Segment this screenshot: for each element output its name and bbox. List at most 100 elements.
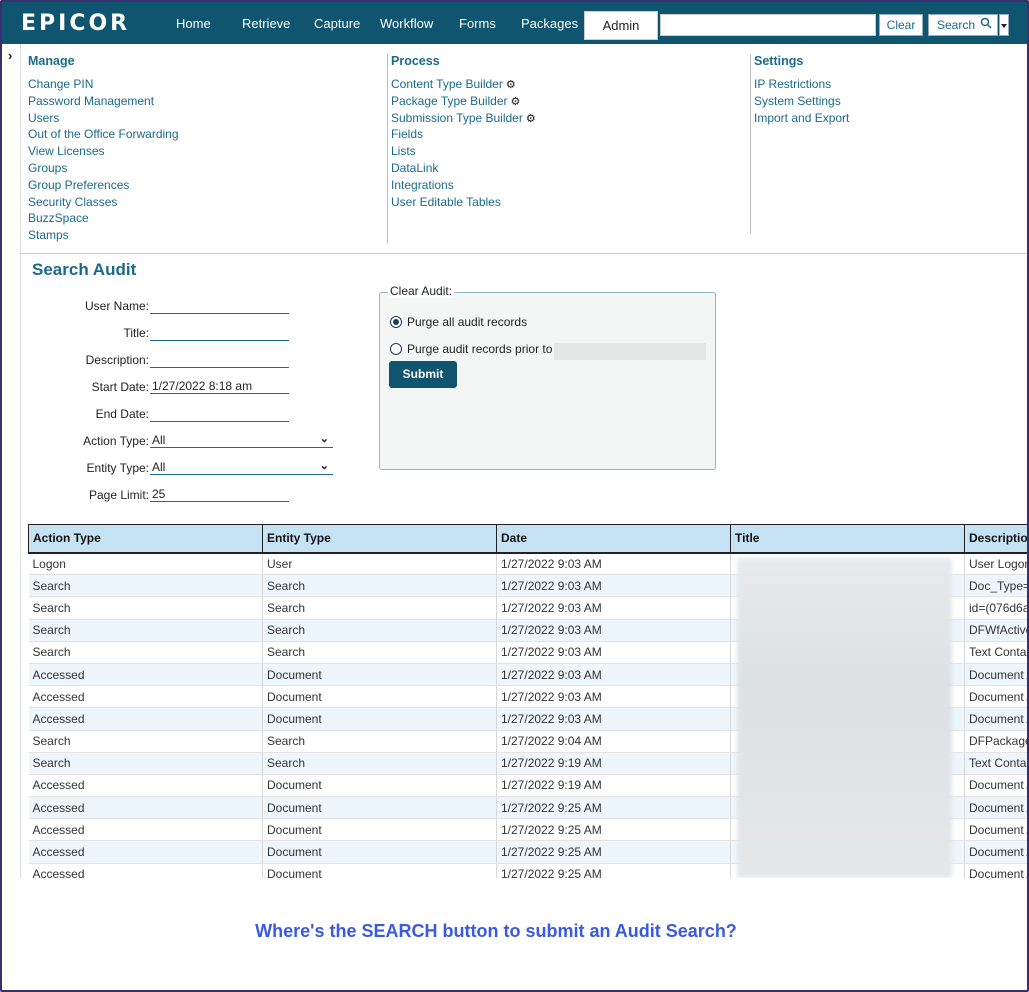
menu-settings: Settings IP Restrictions System Settings… bbox=[754, 54, 849, 126]
link-view-licenses[interactable]: View Licenses bbox=[28, 143, 179, 160]
clear-button[interactable]: Clear bbox=[879, 14, 923, 36]
table-cell: Document bbox=[262, 818, 497, 842]
title-label: Title: bbox=[123, 326, 149, 340]
table-cell: Accessed bbox=[28, 685, 263, 709]
nav-admin-tab[interactable]: Admin bbox=[584, 11, 658, 40]
end-date-input[interactable] bbox=[150, 407, 289, 422]
table-cell: Document bbox=[262, 707, 497, 731]
link-label: Submission Type Builder bbox=[391, 110, 523, 125]
link-content-type-builder[interactable]: Content Type Builder ⚙ bbox=[391, 76, 536, 93]
table-cell: 1/27/2022 9:25 AM bbox=[496, 796, 731, 820]
table-cell: Text Contai bbox=[964, 752, 1027, 775]
table-cell: Accessed bbox=[28, 774, 263, 798]
table-cell: User Logon bbox=[964, 552, 1027, 576]
link-stamps[interactable]: Stamps bbox=[28, 227, 179, 244]
table-cell: Search bbox=[28, 730, 263, 753]
table-cell: Logon bbox=[28, 552, 263, 576]
user-name-label: User Name: bbox=[84, 299, 149, 313]
submit-button[interactable]: Submit bbox=[389, 361, 457, 388]
link-system-settings[interactable]: System Settings bbox=[754, 93, 849, 110]
description-input[interactable] bbox=[150, 353, 289, 368]
table-cell: Document bbox=[262, 663, 497, 687]
nav-home[interactable]: Home bbox=[176, 16, 211, 31]
nav-retrieve[interactable]: Retrieve bbox=[242, 16, 290, 31]
link-package-type-builder[interactable]: Package Type Builder ⚙ bbox=[391, 93, 536, 110]
nav-forms[interactable]: Forms bbox=[459, 16, 496, 31]
table-cell: Search bbox=[262, 596, 497, 620]
link-change-pin[interactable]: Change PIN bbox=[28, 76, 179, 93]
column-header-date[interactable]: Date bbox=[496, 524, 731, 554]
table-cell: Search bbox=[28, 641, 263, 664]
link-ip-restrictions[interactable]: IP Restrictions bbox=[754, 76, 849, 93]
table-cell: Doc_Type=( bbox=[964, 574, 1027, 598]
table-cell: 1/27/2022 9:19 AM bbox=[496, 752, 731, 775]
table-cell: 1/27/2022 9:03 AM bbox=[496, 707, 731, 731]
table-cell: Document bbox=[262, 796, 497, 820]
table-cell: 1/27/2022 9:25 AM bbox=[496, 818, 731, 842]
global-search-button[interactable]: Search bbox=[928, 14, 998, 36]
table-cell: Search bbox=[262, 619, 497, 642]
link-fields[interactable]: Fields bbox=[391, 126, 536, 143]
user-name-input[interactable] bbox=[150, 299, 289, 314]
gear-icon: ⚙ bbox=[505, 79, 516, 91]
expand-chevron-icon[interactable]: › bbox=[8, 48, 12, 63]
title-input[interactable] bbox=[150, 326, 289, 341]
end-date-label: End Date: bbox=[95, 407, 149, 421]
global-search-input[interactable] bbox=[660, 14, 876, 36]
column-header-entity-type[interactable]: Entity Type bbox=[262, 524, 497, 554]
table-cell: 1/27/2022 9:19 AM bbox=[496, 774, 731, 798]
purge-all-radio[interactable] bbox=[390, 316, 402, 328]
nav-capture[interactable]: Capture bbox=[314, 16, 360, 31]
purge-prior-date-input[interactable] bbox=[554, 343, 706, 360]
menu-heading-process: Process bbox=[391, 54, 440, 68]
table-cell: Search bbox=[262, 574, 497, 598]
column-header-action-type[interactable]: Action Type bbox=[28, 524, 263, 554]
link-groups[interactable]: Groups bbox=[28, 160, 179, 177]
link-users[interactable]: Users bbox=[28, 110, 179, 127]
table-cell: Document bbox=[262, 774, 497, 798]
nav-packages[interactable]: Packages bbox=[521, 16, 578, 31]
purge-prior-radio[interactable] bbox=[390, 343, 402, 355]
entity-type-select[interactable]: All ⌄ bbox=[150, 460, 333, 475]
entity-type-value: All bbox=[152, 460, 166, 474]
table-cell: 1/27/2022 9:03 AM bbox=[496, 552, 731, 576]
table-cell: 1/27/2022 9:25 AM bbox=[496, 840, 731, 864]
action-type-select[interactable]: All ⌄ bbox=[150, 433, 333, 448]
table-cell: Document A bbox=[964, 685, 1027, 709]
search-icon bbox=[980, 15, 992, 35]
link-submission-type-builder[interactable]: Submission Type Builder ⚙ bbox=[391, 110, 536, 127]
chevron-down-icon: ⌄ bbox=[319, 433, 329, 445]
link-import-export[interactable]: Import and Export bbox=[754, 110, 849, 127]
column-header-title[interactable]: Title bbox=[730, 524, 965, 554]
table-cell: Document A bbox=[964, 796, 1027, 820]
search-options-dropdown[interactable] bbox=[999, 14, 1009, 36]
table-cell: 1/27/2022 9:03 AM bbox=[496, 663, 731, 687]
table-cell: id=(076d6a bbox=[964, 596, 1027, 620]
link-label: Package Type Builder bbox=[391, 93, 508, 108]
column-header-description[interactable]: Description bbox=[964, 524, 1027, 554]
purge-prior-label: Purge audit records prior to bbox=[407, 342, 553, 356]
link-buzzspace[interactable]: BuzzSpace bbox=[28, 210, 179, 227]
table-cell: Document bbox=[262, 685, 497, 709]
page-limit-input[interactable]: 25 bbox=[150, 487, 289, 502]
table-cell: Search bbox=[262, 641, 497, 664]
table-cell: Accessed bbox=[28, 796, 263, 820]
table-cell: Search bbox=[28, 752, 263, 775]
clear-audit-legend: Clear Audit: bbox=[388, 284, 455, 298]
link-lists[interactable]: Lists bbox=[391, 143, 536, 160]
table-header-row: Action Type Entity Type Date Title Descr… bbox=[28, 524, 1027, 554]
table-cell: DFWfActive bbox=[964, 619, 1027, 642]
table-cell: Document A bbox=[964, 840, 1027, 864]
link-user-editable-tables[interactable]: User Editable Tables bbox=[391, 194, 536, 211]
link-integrations[interactable]: Integrations bbox=[391, 177, 536, 194]
link-out-of-office-forwarding[interactable]: Out of the Office Forwarding bbox=[28, 126, 179, 143]
table-cell: Search bbox=[262, 730, 497, 753]
table-cell: 1/27/2022 9:04 AM bbox=[496, 730, 731, 753]
link-datalink[interactable]: DataLink bbox=[391, 160, 536, 177]
link-security-classes[interactable]: Security Classes bbox=[28, 194, 179, 211]
nav-workflow[interactable]: Workflow bbox=[380, 16, 433, 31]
start-date-input[interactable]: 1/27/2022 8:18 am bbox=[150, 379, 289, 394]
link-group-preferences[interactable]: Group Preferences bbox=[28, 177, 179, 194]
link-password-management[interactable]: Password Management bbox=[28, 93, 179, 110]
search-button-label: Search bbox=[937, 18, 976, 32]
